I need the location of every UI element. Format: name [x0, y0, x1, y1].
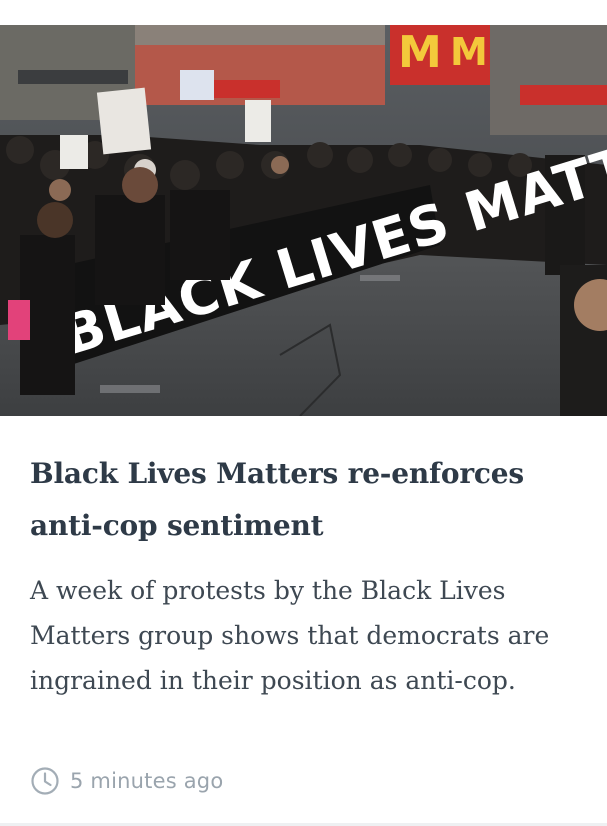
protest-photo: M M BLACK LIVES MATTER — [0, 25, 607, 416]
article-meta: 5 minutes ago — [30, 765, 223, 797]
timestamp: 5 minutes ago — [70, 769, 224, 793]
article-summary: A week of protests by the Black Lives Ma… — [30, 576, 550, 695]
svg-text:M: M — [398, 27, 442, 78]
article-card[interactable]: M M BLACK LIVES MATTER Black Lives Matte… — [0, 0, 607, 826]
clock-icon — [31, 767, 59, 795]
article-title[interactable]: Black Lives Matters re-enforces anti-cop… — [30, 448, 585, 552]
article-image[interactable]: M M BLACK LIVES MATTER — [0, 25, 607, 416]
svg-text:M: M — [450, 30, 488, 74]
